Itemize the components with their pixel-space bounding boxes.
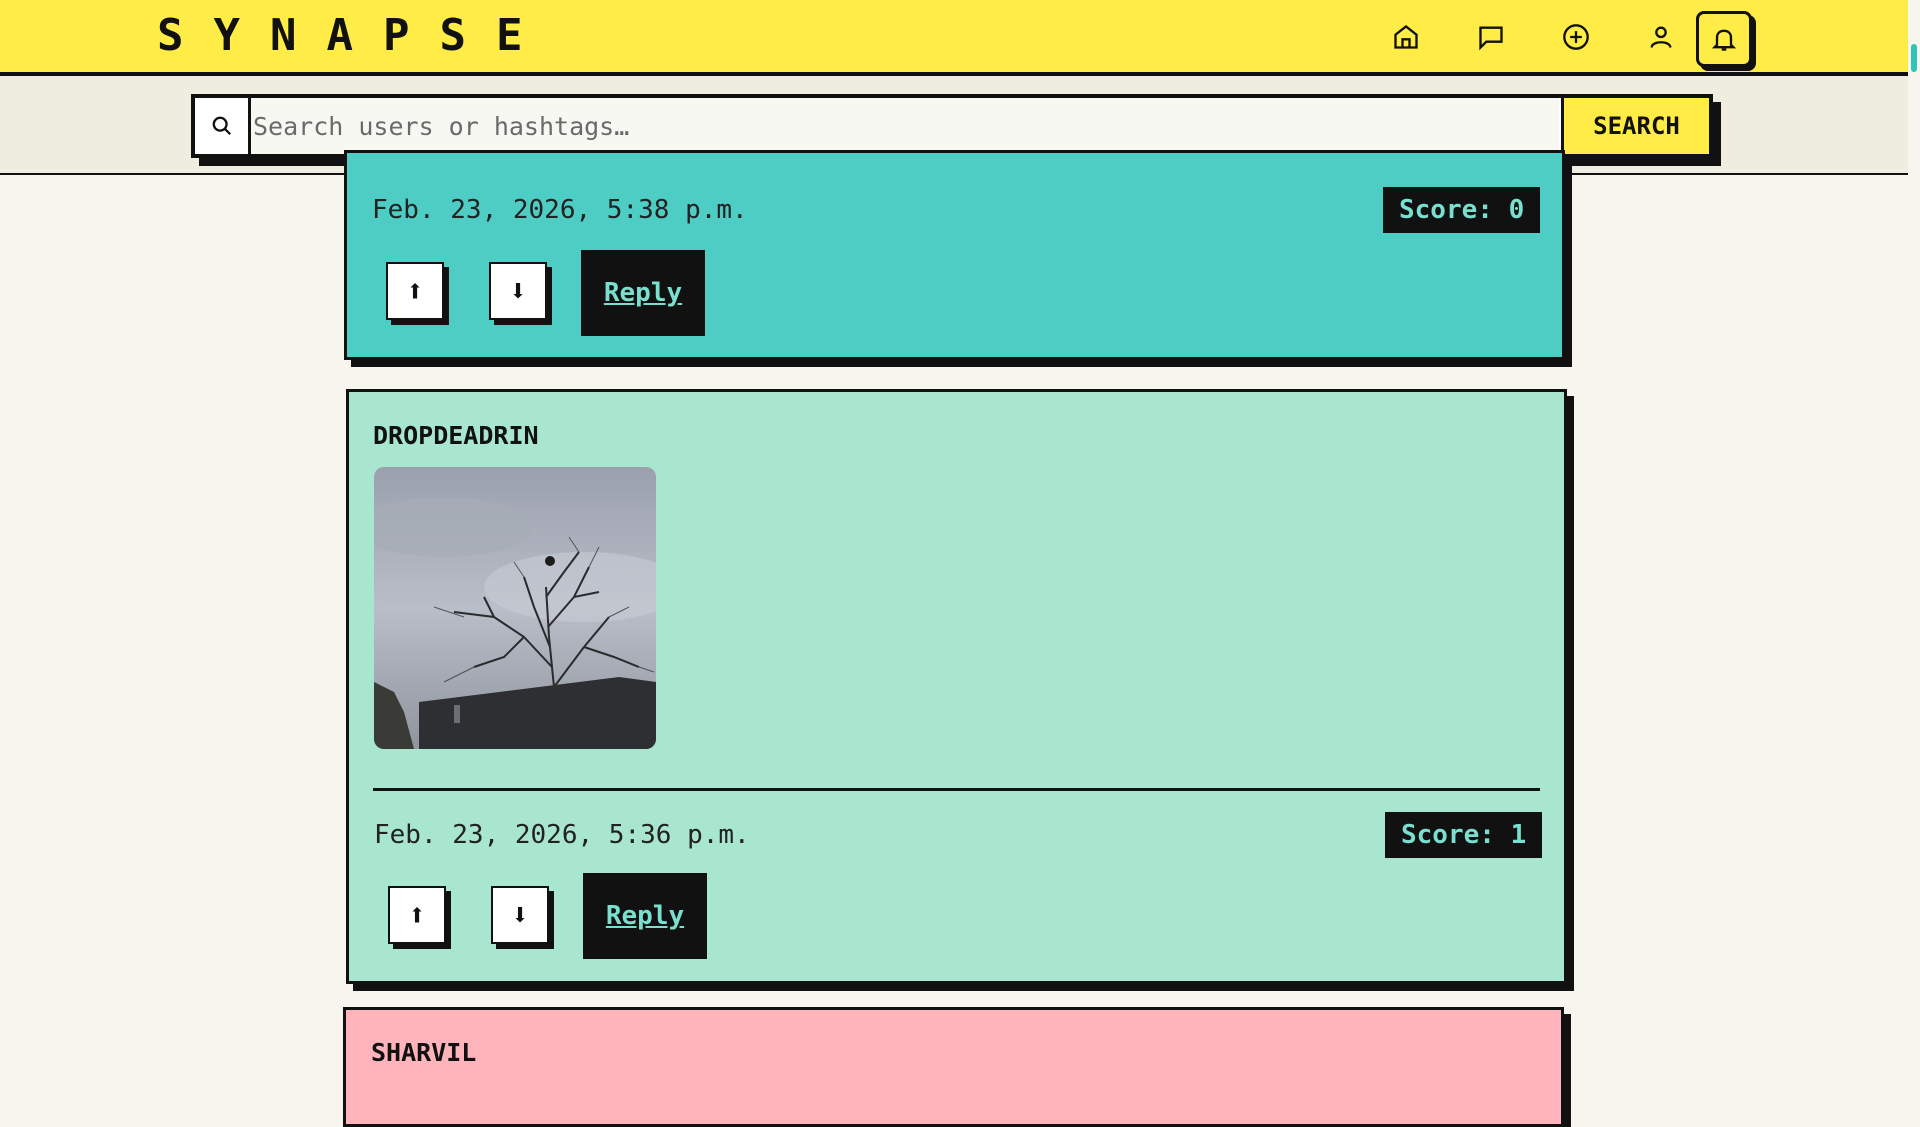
search-icon xyxy=(195,98,251,154)
comment-image[interactable] xyxy=(374,467,656,749)
comment-username[interactable]: SHARVIL xyxy=(371,1038,476,1067)
downvote-button[interactable]: ⬇ xyxy=(489,262,547,320)
home-icon[interactable] xyxy=(1386,17,1426,57)
comment-username[interactable]: DROPDEADRIN xyxy=(373,421,539,450)
comment-card: Feb. 23, 2026, 5:38 p.m. Score: 0 ⬆ ⬇ Re… xyxy=(344,150,1565,360)
plus-circle-icon[interactable] xyxy=(1556,17,1596,57)
search-form: SEARCH xyxy=(191,94,1713,158)
comment-timestamp: Feb. 23, 2026, 5:36 p.m. xyxy=(374,820,750,850)
comment-card: DROPDEADRIN Feb. 23, 2026, 5:36 p.m. Sco… xyxy=(346,389,1567,984)
comment-timestamp: Feb. 23, 2026, 5:38 p.m. xyxy=(372,195,748,225)
page-scrollbar[interactable] xyxy=(1908,0,1920,1080)
top-navbar: SYNAPSE xyxy=(0,0,1908,76)
arrow-down-icon: ⬇ xyxy=(508,273,528,309)
reply-button[interactable]: Reply xyxy=(581,250,705,336)
arrow-up-icon: ⬆ xyxy=(407,897,427,933)
downvote-button[interactable]: ⬇ xyxy=(491,886,549,944)
arrow-down-icon: ⬇ xyxy=(510,897,530,933)
arrow-up-icon: ⬆ xyxy=(405,273,425,309)
search-input[interactable] xyxy=(251,98,1559,154)
score-badge: Score: 0 xyxy=(1383,187,1541,233)
chat-icon[interactable] xyxy=(1471,17,1511,57)
brand-logo[interactable]: SYNAPSE xyxy=(157,10,552,61)
user-icon[interactable] xyxy=(1641,17,1681,57)
search-button[interactable]: SEARCH xyxy=(1561,98,1709,154)
bell-icon[interactable] xyxy=(1696,11,1752,67)
reply-button[interactable]: Reply xyxy=(583,873,707,959)
comment-card: SHARVIL xyxy=(343,1007,1564,1127)
upvote-button[interactable]: ⬆ xyxy=(386,262,444,320)
comment-divider xyxy=(373,788,1540,791)
scrollbar-thumb[interactable] xyxy=(1911,44,1917,72)
upvote-button[interactable]: ⬆ xyxy=(388,886,446,944)
score-badge: Score: 1 xyxy=(1385,812,1543,858)
